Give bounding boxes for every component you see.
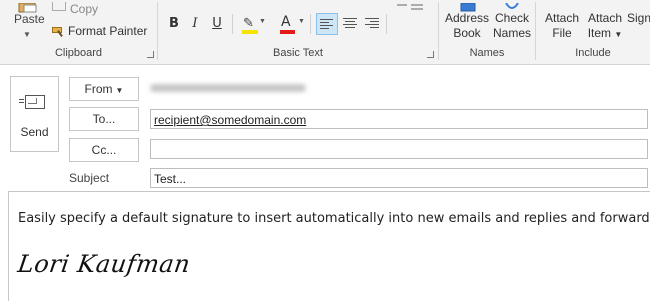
check-names-icon: [502, 0, 522, 10]
chevron-down-icon: ▼: [298, 18, 305, 25]
format-painter-label: Format Painter: [68, 24, 148, 38]
attach-file-label-line1: Attach: [544, 11, 580, 25]
body-text: Easily specify a default signature to in…: [18, 211, 650, 226]
divider: [386, 14, 387, 34]
highlight-button[interactable]: ✎ ▼: [241, 14, 266, 38]
basic-text-launcher-icon[interactable]: [426, 50, 434, 58]
to-recipient: recipient@somedomain.com: [154, 113, 307, 127]
check-names-label-line2: Names: [492, 26, 531, 40]
to-button[interactable]: To...: [69, 107, 139, 131]
bold-button[interactable]: B: [167, 14, 181, 34]
from-button[interactable]: From ▼: [69, 77, 139, 101]
send-label: Send: [20, 125, 49, 139]
underline-button[interactable]: U: [211, 14, 223, 34]
send-icon: [19, 95, 45, 109]
chevron-down-icon: ▼: [614, 30, 623, 39]
send-button[interactable]: Send: [10, 76, 59, 152]
font-color-bar: [280, 30, 295, 34]
message-body[interactable]: [8, 191, 650, 301]
address-book-label-line2: Book: [453, 26, 481, 40]
basic-text-group-label: Basic Text: [273, 47, 323, 59]
divider: [310, 14, 311, 34]
check-names-button[interactable]: Check Names: [491, 11, 533, 41]
format-painter-button[interactable]: Format Painter: [52, 24, 147, 38]
highlighter-icon: ✎: [243, 15, 254, 30]
paste-dropdown-icon[interactable]: ▼: [23, 30, 31, 39]
clipboard-group-label: Clipboard: [54, 47, 103, 59]
font-color-button[interactable]: A ▼: [279, 14, 305, 38]
align-center-button[interactable]: [340, 13, 360, 33]
check-names-label-line1: Check: [494, 11, 529, 25]
address-book-button[interactable]: Address Book: [444, 11, 490, 41]
font-color-icon: A: [281, 14, 291, 30]
to-field[interactable]: recipient@somedomain.com: [150, 109, 648, 129]
subject-field[interactable]: Test...: [150, 168, 648, 188]
divider: [232, 14, 233, 34]
cc-label: Cc...: [91, 143, 117, 157]
list-icon[interactable]: [395, 0, 425, 10]
attach-item-button[interactable]: Attach Item ▼: [584, 11, 626, 42]
cc-field[interactable]: [150, 139, 648, 159]
address-book-icon: [458, 0, 478, 12]
align-right-button[interactable]: [362, 13, 382, 33]
align-left-button[interactable]: [316, 13, 338, 35]
highlight-color-bar: [242, 30, 258, 34]
cc-button[interactable]: Cc...: [69, 138, 139, 162]
signature-image: Lori Kaufman: [16, 250, 193, 278]
italic-button[interactable]: I: [189, 14, 201, 34]
chevron-down-icon: ▼: [115, 86, 124, 95]
copy-label: Copy: [70, 2, 99, 16]
paste-button[interactable]: Paste: [14, 12, 45, 26]
to-label: To...: [92, 112, 116, 126]
chevron-down-icon: ▼: [259, 18, 266, 25]
from-address-blurred: [150, 84, 306, 92]
address-book-label-line1: Address: [444, 11, 490, 25]
attach-item-label-line2: Item ▼: [587, 26, 623, 40]
paste-label: Paste: [14, 12, 45, 26]
attach-file-button[interactable]: Attach File: [541, 11, 583, 41]
ribbon: Paste ▼ Copy Format Painter Clipboard Ba…: [0, 0, 650, 65]
attach-item-label-line1: Attach: [587, 11, 623, 25]
signature-button[interactable]: Signa: [627, 11, 650, 26]
include-group-label: Include: [575, 47, 611, 59]
copy-button[interactable]: Copy: [52, 2, 98, 16]
paste-icon: [17, 0, 39, 13]
clipboard-group: Paste ▼ Copy Format Painter Clipboard: [0, 0, 157, 64]
names-group-label: Names: [469, 47, 505, 59]
clipboard-launcher-icon[interactable]: [146, 50, 154, 58]
from-label: From: [84, 82, 113, 96]
copy-icon: [52, 2, 66, 11]
signature-label: Signa: [627, 11, 650, 25]
subject-label: Subject: [69, 171, 110, 185]
format-painter-icon: [52, 25, 64, 37]
attach-file-label-line2: File: [552, 26, 572, 40]
